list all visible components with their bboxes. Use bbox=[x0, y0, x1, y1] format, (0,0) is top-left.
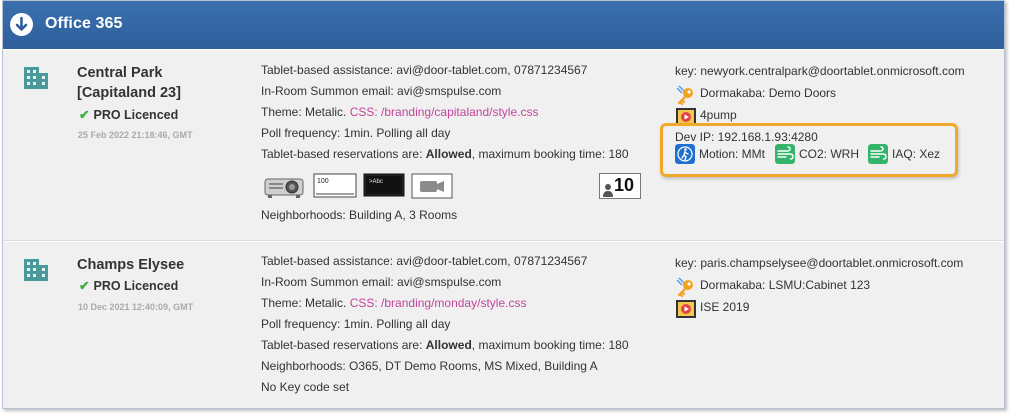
room-details: Tablet-based assistance: avi@door-tablet… bbox=[261, 251, 681, 398]
theme-css-link[interactable]: CSS: /branding/monday/style.css bbox=[350, 296, 527, 310]
video-icon bbox=[676, 300, 696, 318]
reservations-info: Tablet-based reservations are: Allowed, … bbox=[261, 144, 681, 165]
building-icon bbox=[24, 67, 48, 89]
group-header[interactable]: Office 365 bbox=[3, 1, 1004, 49]
summon-email: In-Room Summon email: avi@smspulse.com bbox=[261, 275, 502, 289]
video-label: ISE 2019 bbox=[700, 300, 750, 314]
lock-label: Dormakaba: Demo Doors bbox=[700, 86, 837, 100]
timestamp: 10 Dec 2021 12:40:09, GMT bbox=[78, 302, 194, 312]
theme-info: Theme: Metalic. CSS: /branding/monday/st… bbox=[261, 293, 681, 314]
room-row[interactable]: Champs Elysee ✔ PRO Licenced 10 Dec 2021 … bbox=[3, 242, 1004, 408]
poll-frequency: Poll frequency: 1min. Polling all day bbox=[261, 126, 451, 140]
licence-label: PRO Licenced bbox=[93, 108, 179, 122]
group-title: Office 365 bbox=[45, 15, 123, 32]
video-label: 4pump bbox=[700, 108, 737, 122]
office365-panel: Office 365 Central Park [Capitaland 23] … bbox=[2, 0, 1005, 409]
lock-info: Dormakaba: Demo Doors bbox=[675, 83, 1004, 105]
key-icon bbox=[676, 277, 693, 297]
collapse-toggle[interactable] bbox=[10, 13, 33, 36]
person-icon bbox=[603, 184, 613, 197]
timestamp: 25 Feb 2022 21:18:46, GMT bbox=[78, 130, 193, 140]
check-icon: ✔ bbox=[79, 279, 90, 293]
key-code-status: No Key code set bbox=[261, 380, 350, 394]
reservations-label: Tablet-based reservations are: bbox=[261, 338, 423, 352]
theme-info: Theme: Metalic. CSS: /branding/capitalan… bbox=[261, 102, 681, 123]
neighborhoods: Neighborhoods: O365, DT Demo Rooms, MS M… bbox=[261, 359, 598, 373]
key-value: key: newyork.centralpark@doortablet.onmi… bbox=[675, 64, 965, 78]
room-name-line2: [Capitaland 23] bbox=[77, 85, 181, 101]
room-name[interactable]: Central Park [Capitaland 23] bbox=[77, 63, 227, 103]
lock-info: Dormakaba: LSMU:Cabinet 123 bbox=[675, 275, 1004, 297]
booking-time: , maximum booking time: 180 bbox=[471, 147, 629, 161]
licence-status: ✔ PRO Licenced bbox=[79, 107, 178, 122]
room-name-line1: Central Park bbox=[77, 65, 163, 81]
capacity-badge: 10 bbox=[599, 173, 641, 199]
licence-label: PRO Licenced bbox=[93, 279, 179, 293]
display-icon: >Abc bbox=[363, 173, 405, 197]
room-integrations: key: paris.champselysee@doortablet.onmic… bbox=[675, 253, 1004, 319]
key-value: key: paris.champselysee@doortablet.onmic… bbox=[675, 256, 964, 270]
capacity-value: 10 bbox=[614, 175, 635, 195]
theme-label: Theme: Metalic. bbox=[261, 105, 347, 119]
mailbox-key: key: newyork.centralpark@doortablet.onmi… bbox=[675, 61, 1004, 83]
key-icon bbox=[676, 85, 693, 105]
svg-text:100: 100 bbox=[317, 178, 329, 185]
check-icon: ✔ bbox=[79, 108, 90, 122]
assistance-info: Tablet-based assistance: avi@door-tablet… bbox=[261, 254, 588, 268]
room-details: Tablet-based assistance: avi@door-tablet… bbox=[261, 60, 681, 165]
reservations-status: Allowed bbox=[425, 338, 472, 352]
building-icon bbox=[24, 259, 48, 281]
room-name-line1: Champs Elysee bbox=[77, 257, 185, 273]
reservations-info: Tablet-based reservations are: Allowed, … bbox=[261, 335, 681, 356]
reservations-status: Allowed bbox=[425, 147, 472, 161]
theme-css-link[interactable]: CSS: /branding/capitaland/style.css bbox=[350, 105, 539, 119]
mailbox-key: key: paris.champselysee@doortablet.onmic… bbox=[675, 253, 1004, 275]
assistance-info: Tablet-based assistance: avi@door-tablet… bbox=[261, 63, 588, 77]
theme-label: Theme: Metalic. bbox=[261, 296, 347, 310]
room-name[interactable]: Champs Elysee bbox=[77, 255, 227, 275]
reservations-label: Tablet-based reservations are: bbox=[261, 147, 423, 161]
arrow-down-icon bbox=[10, 13, 33, 36]
booking-time: , maximum booking time: 180 bbox=[471, 338, 629, 352]
whiteboard-icon: 100 bbox=[313, 173, 357, 198]
video-info: ISE 2019 bbox=[675, 297, 1004, 319]
svg-text:>Abc: >Abc bbox=[369, 179, 383, 185]
summon-email: In-Room Summon email: avi@smspulse.com bbox=[261, 84, 502, 98]
poll-frequency: Poll frequency: 1min. Polling all day bbox=[261, 317, 451, 331]
camera-icon bbox=[411, 173, 453, 199]
sensor-highlight-box bbox=[660, 123, 958, 177]
licence-status: ✔ PRO Licenced bbox=[79, 278, 178, 293]
neighborhoods: Neighborhoods: Building A, 3 Rooms bbox=[261, 208, 458, 222]
lock-label: Dormakaba: LSMU:Cabinet 123 bbox=[700, 278, 871, 292]
projector-icon bbox=[264, 178, 304, 198]
